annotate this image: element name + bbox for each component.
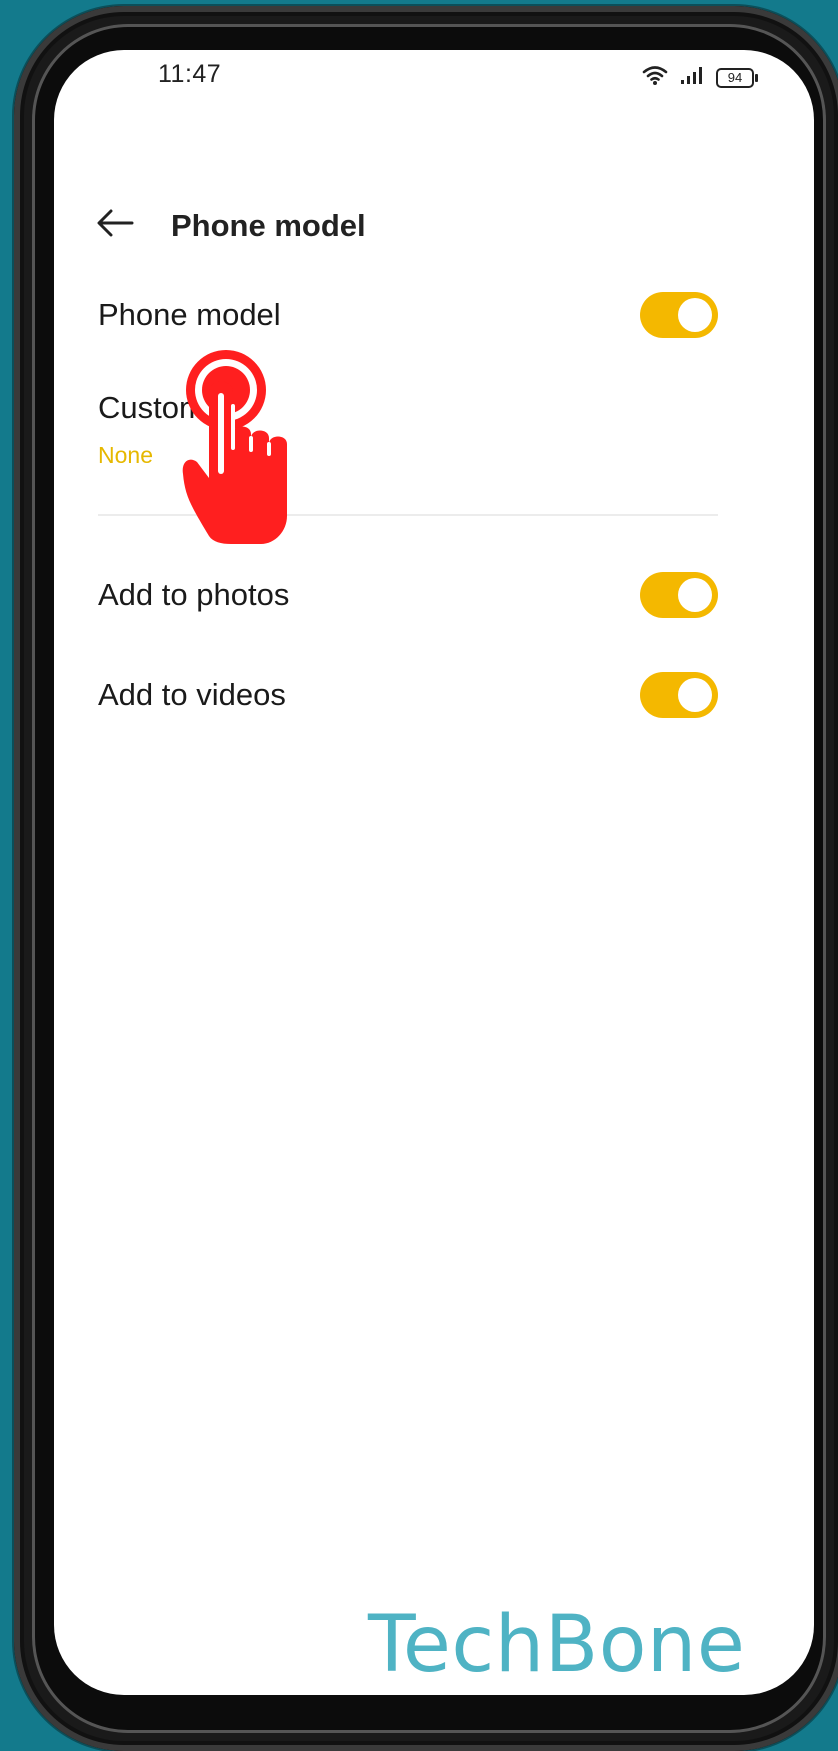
toggle-knob: [678, 678, 712, 712]
status-bar: 11:47 94: [54, 50, 814, 110]
signal-icon: [680, 65, 704, 90]
add-to-photos-label: Add to photos: [98, 577, 290, 612]
back-button[interactable]: [90, 200, 140, 250]
arrow-left-icon: [96, 208, 134, 243]
add-to-photos-row[interactable]: Add to photos: [98, 572, 718, 618]
add-to-photos-toggle[interactable]: [640, 572, 718, 618]
add-to-videos-toggle[interactable]: [640, 672, 718, 718]
app-header: Phone model: [54, 190, 814, 260]
status-time: 11:47: [158, 60, 222, 88]
battery-icon: 94: [716, 67, 758, 88]
toggle-knob: [678, 578, 712, 612]
add-to-videos-row[interactable]: Add to videos: [98, 672, 718, 718]
add-to-videos-label: Add to videos: [98, 677, 286, 712]
toggle-knob: [678, 298, 712, 332]
watermark: TechBone: [368, 1600, 746, 1690]
tap-hand-icon: [181, 346, 321, 546]
phone-model-label: Phone model: [98, 297, 281, 332]
page-title: Phone model: [171, 208, 366, 243]
phone-model-toggle[interactable]: [640, 292, 718, 338]
wifi-icon: [642, 64, 668, 91]
phone-model-row[interactable]: Phone model: [98, 292, 718, 338]
phone-screen: 11:47 94 Phone model Phone model Custom …: [54, 50, 814, 1695]
status-icons: 94: [642, 64, 758, 91]
